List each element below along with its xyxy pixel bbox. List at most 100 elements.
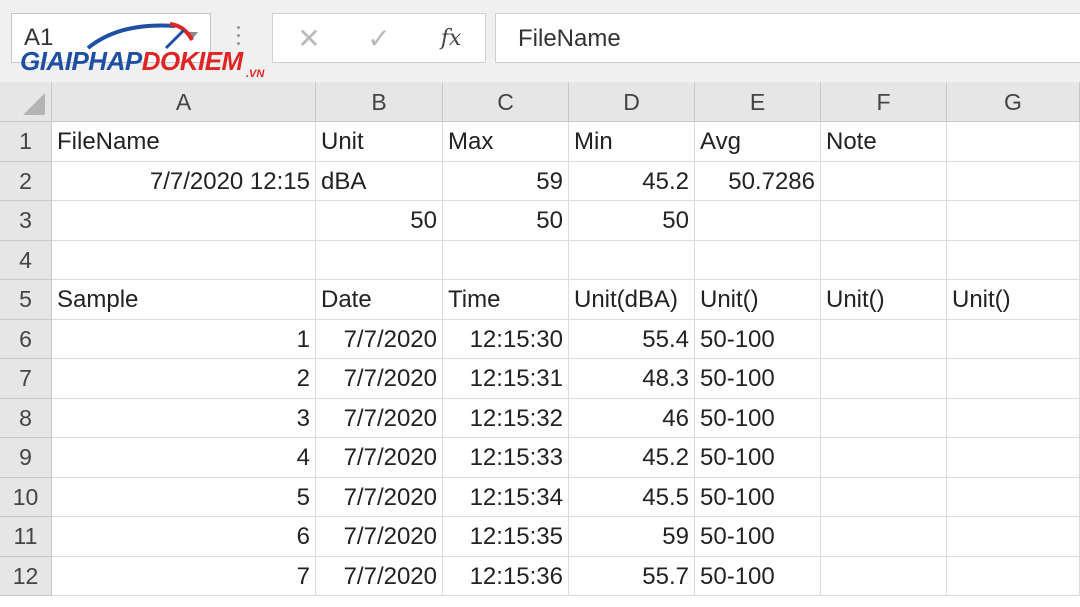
cell-d4[interactable] [569, 240, 695, 280]
cell-e3[interactable] [695, 201, 821, 241]
cell-g4[interactable] [947, 240, 1080, 280]
row-header-5[interactable]: 5 [0, 280, 52, 320]
cell-f4[interactable] [821, 240, 947, 280]
row-header-11[interactable]: 11 [0, 517, 52, 557]
column-header-f[interactable]: F [821, 82, 947, 122]
row-header-8[interactable]: 8 [0, 398, 52, 438]
cell-a11[interactable]: 6 [52, 517, 316, 557]
cell-f7[interactable] [821, 359, 947, 399]
row-header-4[interactable]: 4 [0, 240, 52, 280]
cell-e12[interactable]: 50-100 [695, 556, 821, 596]
cell-a7[interactable]: 2 [52, 359, 316, 399]
cell-d11[interactable]: 59 [569, 517, 695, 557]
cell-a6[interactable]: 1 [52, 319, 316, 359]
column-header-b[interactable]: B [316, 82, 443, 122]
cell-d1[interactable]: Min [569, 122, 695, 162]
column-header-d[interactable]: D [569, 82, 695, 122]
cell-g11[interactable] [947, 517, 1080, 557]
cell-g5[interactable]: Unit() [947, 280, 1080, 320]
enter-icon[interactable]: ✓ [357, 20, 401, 58]
row-header-6[interactable]: 6 [0, 319, 52, 359]
cell-d5[interactable]: Unit(dBA) [569, 280, 695, 320]
cell-e2[interactable]: 50.7286 [695, 161, 821, 201]
cell-b12[interactable]: 7/7/2020 [316, 556, 443, 596]
cell-e1[interactable]: Avg [695, 122, 821, 162]
cell-b11[interactable]: 7/7/2020 [316, 517, 443, 557]
row-header-7[interactable]: 7 [0, 359, 52, 399]
formula-input[interactable]: FileName [495, 13, 1080, 63]
cell-c6[interactable]: 12:15:30 [443, 319, 569, 359]
cell-c1[interactable]: Max [443, 122, 569, 162]
cell-d2[interactable]: 45.2 [569, 161, 695, 201]
cell-g7[interactable] [947, 359, 1080, 399]
cell-a5[interactable]: Sample [52, 280, 316, 320]
cell-e6[interactable]: 50-100 [695, 319, 821, 359]
cell-a4[interactable] [52, 240, 316, 280]
cell-b7[interactable]: 7/7/2020 [316, 359, 443, 399]
cell-a1[interactable]: FileName [52, 122, 316, 162]
cell-b4[interactable] [316, 240, 443, 280]
cell-a2[interactable]: 7/7/2020 12:15 [52, 161, 316, 201]
cell-c3[interactable]: 50 [443, 201, 569, 241]
row-header-1[interactable]: 1 [0, 122, 52, 162]
row-header-10[interactable]: 10 [0, 477, 52, 517]
cell-f6[interactable] [821, 319, 947, 359]
cell-f11[interactable] [821, 517, 947, 557]
cell-b9[interactable]: 7/7/2020 [316, 438, 443, 478]
row-header-12[interactable]: 12 [0, 556, 52, 596]
cell-c7[interactable]: 12:15:31 [443, 359, 569, 399]
cell-c10[interactable]: 12:15:34 [443, 477, 569, 517]
insert-function-icon[interactable]: fx [429, 20, 473, 58]
column-header-a[interactable]: A [52, 82, 316, 122]
cell-f12[interactable] [821, 556, 947, 596]
cell-e5[interactable]: Unit() [695, 280, 821, 320]
cell-e7[interactable]: 50-100 [695, 359, 821, 399]
cell-g3[interactable] [947, 201, 1080, 241]
cell-f1[interactable]: Note [821, 122, 947, 162]
cell-a8[interactable]: 3 [52, 398, 316, 438]
cell-c12[interactable]: 12:15:36 [443, 556, 569, 596]
cell-e4[interactable] [695, 240, 821, 280]
cell-f9[interactable] [821, 438, 947, 478]
cell-f5[interactable]: Unit() [821, 280, 947, 320]
cell-a12[interactable]: 7 [52, 556, 316, 596]
cell-a10[interactable]: 5 [52, 477, 316, 517]
cell-d10[interactable]: 45.5 [569, 477, 695, 517]
select-all-button[interactable] [0, 82, 52, 122]
cell-d7[interactable]: 48.3 [569, 359, 695, 399]
cell-f8[interactable] [821, 398, 947, 438]
cell-b1[interactable]: Unit [316, 122, 443, 162]
cell-g2[interactable] [947, 161, 1080, 201]
cell-d8[interactable]: 46 [569, 398, 695, 438]
cell-d3[interactable]: 50 [569, 201, 695, 241]
cell-d9[interactable]: 45.2 [569, 438, 695, 478]
cell-b8[interactable]: 7/7/2020 [316, 398, 443, 438]
cell-f10[interactable] [821, 477, 947, 517]
cell-f2[interactable] [821, 161, 947, 201]
cell-b5[interactable]: Date [316, 280, 443, 320]
cell-a9[interactable]: 4 [52, 438, 316, 478]
cell-e9[interactable]: 50-100 [695, 438, 821, 478]
cell-b2[interactable]: dBA [316, 161, 443, 201]
cell-e11[interactable]: 50-100 [695, 517, 821, 557]
cell-f3[interactable] [821, 201, 947, 241]
row-header-2[interactable]: 2 [0, 161, 52, 201]
cell-c4[interactable] [443, 240, 569, 280]
column-header-c[interactable]: C [443, 82, 569, 122]
row-header-3[interactable]: 3 [0, 201, 52, 241]
cell-g9[interactable] [947, 438, 1080, 478]
cell-b6[interactable]: 7/7/2020 [316, 319, 443, 359]
cell-d6[interactable]: 55.4 [569, 319, 695, 359]
cancel-icon[interactable]: ✕ [287, 20, 331, 58]
cell-g6[interactable] [947, 319, 1080, 359]
cell-b3[interactable]: 50 [316, 201, 443, 241]
cell-d12[interactable]: 55.7 [569, 556, 695, 596]
cell-g1[interactable] [947, 122, 1080, 162]
cell-e10[interactable]: 50-100 [695, 477, 821, 517]
cell-c8[interactable]: 12:15:32 [443, 398, 569, 438]
cell-b10[interactable]: 7/7/2020 [316, 477, 443, 517]
cell-c2[interactable]: 59 [443, 161, 569, 201]
cell-a3[interactable] [52, 201, 316, 241]
cell-c5[interactable]: Time [443, 280, 569, 320]
cell-e8[interactable]: 50-100 [695, 398, 821, 438]
